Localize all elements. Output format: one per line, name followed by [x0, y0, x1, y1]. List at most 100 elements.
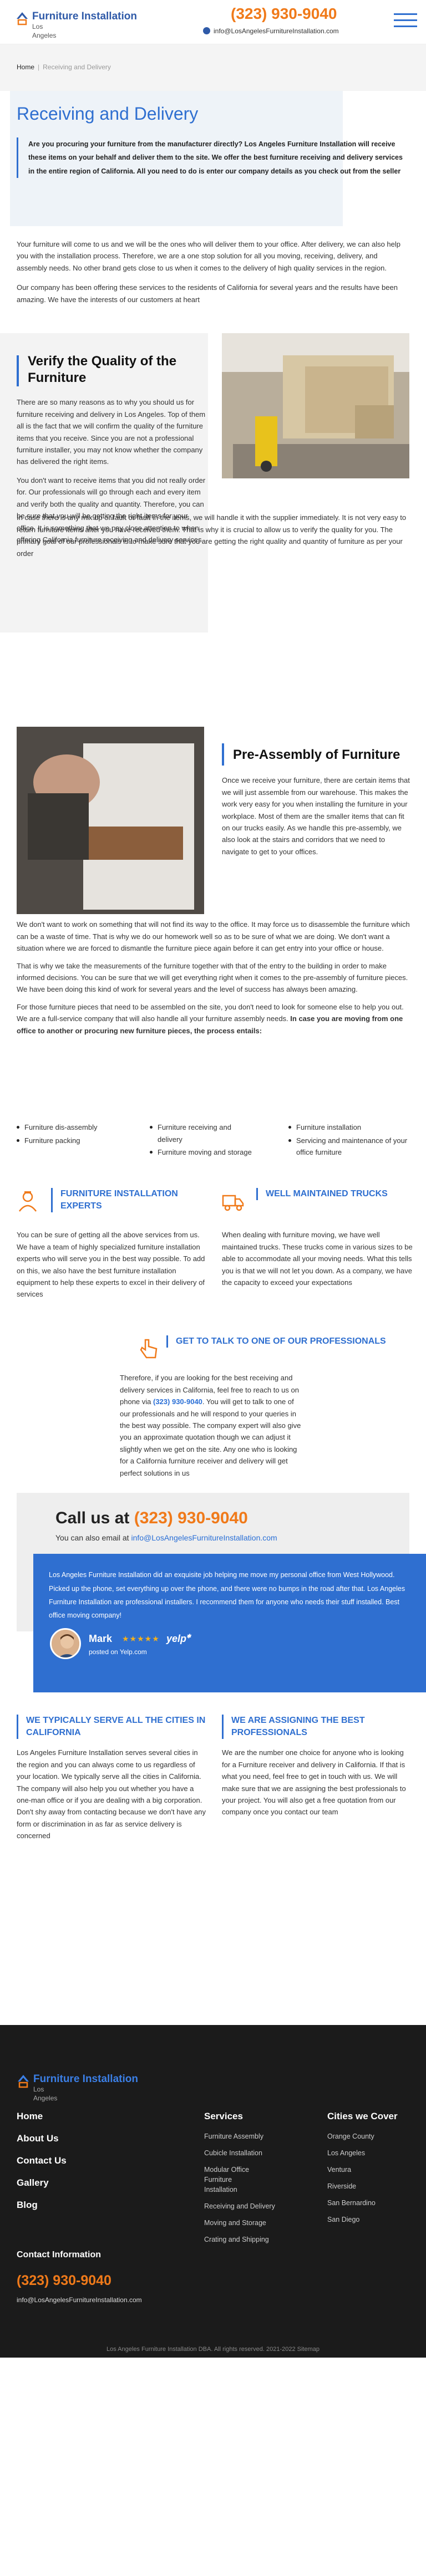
menu-icon-line: [394, 25, 417, 27]
footer-nav-home[interactable]: Home: [17, 2110, 67, 2123]
truck-icon: [222, 1195, 244, 1211]
avatar-image: [52, 1630, 79, 1658]
breadcrumb-home-link[interactable]: Home: [17, 63, 34, 71]
process-list: Furniture installation Servicing and mai…: [288, 1121, 410, 1159]
warehouse-illustration: [222, 333, 409, 479]
email-label: You can also email at: [55, 1533, 131, 1543]
logo-icon: [18, 2075, 29, 2088]
hero-lead: Are you procuring your furniture from th…: [17, 137, 416, 178]
preassembly-paragraph: We don't want to work on something that …: [17, 920, 410, 953]
list-item: Furniture dis-assembly: [17, 1121, 139, 1133]
menu-icon-line: [394, 13, 417, 15]
footer-city-link[interactable]: San Bernardino: [327, 2198, 416, 2208]
talk-title: GET TO TALK TO ONE OF OUR PROFESSIONALS: [166, 1335, 386, 1348]
footer-city-link[interactable]: Los Angeles: [327, 2148, 416, 2158]
talk-text: Therefore, if you are looking for the be…: [120, 1372, 303, 1479]
installer-icon: [19, 1191, 37, 1212]
testimonial-text: Los Angeles Furniture Installation did a…: [49, 1571, 405, 1620]
footer-service-link[interactable]: Cubicle Installation: [204, 2148, 315, 2158]
logo-subtitle: Los Angeles: [32, 23, 57, 39]
call-heading: Call us at (323) 930-9040: [55, 1508, 248, 1528]
call-box: Call us at (323) 930-9040 You can also e…: [17, 1493, 426, 1693]
footer-city-link[interactable]: Riverside: [327, 2181, 416, 2191]
preassembly-text: We don't want to work on something that …: [17, 919, 410, 1042]
footer-services: Services Furniture Assembly Cubicle Inst…: [204, 2110, 315, 2251]
serve-cities-column: WE TYPICALLY SERVE ALL THE CITIES IN CAL…: [17, 1715, 208, 1842]
call-label: Call us at: [55, 1509, 134, 1528]
logo-icon: [17, 12, 28, 25]
footer-logo-subtitle: Los Angeles: [33, 2085, 58, 2103]
feature-title: FURNITURE INSTALLATION EXPERTS: [51, 1188, 208, 1213]
footer-nav-about[interactable]: About Us: [17, 2133, 67, 2145]
serve-title: WE TYPICALLY SERVE ALL THE CITIES IN CAL…: [17, 1715, 208, 1740]
header-email[interactable]: info@LosAngelesFurnitureInstallation.com: [203, 27, 339, 35]
preassembly-title: Pre-Assembly of Furniture: [233, 747, 400, 763]
assembly-photo: [17, 727, 204, 915]
verify-title: Verify the Quality of the Furniture: [28, 354, 177, 386]
site-header: Furniture Installation Los Angeles (323)…: [0, 0, 426, 44]
footer-nav-blog[interactable]: Blog: [17, 2199, 67, 2211]
talk-text-after: . You will get to talk to one of our pro…: [120, 1397, 301, 1477]
footer-nav: Home About Us Contact Us Gallery Blog: [17, 2110, 67, 2221]
footer-service-link[interactable]: Crating and Shipping: [204, 2235, 315, 2245]
professionals-column: WE ARE ASSIGNING THE BEST PROFESSIONALS …: [222, 1715, 413, 1818]
preassembly-section: Pre-Assembly of Furniture Once we receiv…: [0, 727, 426, 1126]
footer-contact: Contact Information (323) 930-9040 info@…: [17, 2248, 142, 2305]
call-email-line: You can also email at info@LosAngelesFur…: [55, 1532, 277, 1544]
yelp-logo: yelp✱: [166, 1629, 191, 1649]
list-item: Furniture receiving and delivery: [150, 1121, 255, 1145]
footer-city-link[interactable]: Orange County: [327, 2131, 416, 2141]
avatar: [50, 1628, 81, 1660]
verify-section: Verify the Quality of the Furniture Ther…: [0, 333, 426, 710]
features-section: FURNITURE INSTALLATION EXPERTS You can b…: [0, 1188, 426, 1332]
footer-city-link[interactable]: Ventura: [327, 2165, 416, 2175]
talk-section: GET TO TALK TO ONE OF OUR PROFESSIONALS …: [0, 1332, 426, 1493]
footer-cities-title: Cities we Cover: [327, 2111, 398, 2122]
feature-title: WELL MAINTAINED TRUCKS: [256, 1188, 388, 1201]
serve-section: WE TYPICALLY SERVE ALL THE CITIES IN CAL…: [0, 1715, 426, 2025]
copyright: Los Angeles Furniture Installation DBA. …: [106, 2346, 320, 2353]
heading-accent-bar: [17, 355, 19, 387]
warehouse-photo: [222, 333, 409, 479]
review-source: posted on Yelp.com: [89, 1648, 147, 1656]
footer-logo-title: Furniture Installation: [33, 2073, 138, 2085]
call-phone-link[interactable]: (323) 930-9040: [134, 1509, 248, 1527]
page-title: Receiving and Delivery: [17, 104, 199, 124]
intro-paragraph: Our company has been offering these serv…: [17, 283, 398, 304]
professionals-title: WE ARE ASSIGNING THE BEST PROFESSIONALS: [222, 1715, 413, 1740]
footer-service-link[interactable]: Furniture Assembly: [204, 2131, 315, 2141]
footer-service-link[interactable]: Moving and Storage: [204, 2218, 315, 2228]
footer-city-link[interactable]: San Diego: [327, 2215, 416, 2225]
footer-nav-gallery[interactable]: Gallery: [17, 2177, 67, 2189]
logo-title: Furniture Installation: [32, 11, 137, 22]
yelp-burst-icon: ✱: [186, 1634, 191, 1640]
heading-accent-bar: [222, 743, 224, 766]
site-footer: Furniture Installation Los Angeles Home …: [0, 2025, 426, 2358]
serve-text: Los Angeles Furniture Installation serve…: [17, 1748, 206, 1840]
intro-section: Your furniture will come to us and we wi…: [0, 226, 426, 305]
verify-paragraph: There are so many reasons as to why you …: [17, 398, 206, 466]
footer-service-link[interactable]: Receiving and Delivery: [204, 2201, 315, 2211]
breadcrumb-current: Receiving and Delivery: [43, 63, 111, 71]
menu-toggle-button[interactable]: [394, 13, 417, 29]
yelp-text: yelp: [166, 1633, 187, 1645]
call-email-link[interactable]: info@LosAngelesFurnitureInstallation.com: [131, 1533, 277, 1542]
footer-service-link[interactable]: Modular Office Furniture Installation: [204, 2165, 265, 2195]
testimonial-card: Los Angeles Furniture Installation did a…: [33, 1554, 426, 1693]
professionals-text: We are the number one choice for anyone …: [222, 1748, 406, 1817]
list-item: Servicing and maintenance of your office…: [288, 1135, 410, 1159]
rating-stars: ★★★★★: [122, 1634, 160, 1644]
footer-email[interactable]: info@LosAngelesFurnitureInstallation.com: [17, 2295, 142, 2306]
process-lists: Furniture dis-assembly Furniture packing…: [0, 1121, 426, 1188]
footer-phone[interactable]: (323) 930-9040: [17, 2272, 142, 2289]
list-item: Furniture packing: [17, 1135, 139, 1146]
footer-nav-contact[interactable]: Contact Us: [17, 2155, 67, 2167]
header-phone[interactable]: (323) 930-9040: [231, 4, 337, 23]
list-item: Furniture installation: [288, 1121, 410, 1133]
talk-phone-link[interactable]: (323) 930-9040: [153, 1397, 202, 1406]
preassembly-paragraph: Once we receive your furniture, there ar…: [222, 776, 410, 856]
verify-paragraph: In case there is any mix up or fault or …: [17, 513, 407, 558]
header-email-text: info@LosAngelesFurnitureInstallation.com: [214, 27, 339, 35]
preassembly-paragraph: For those furniture pieces that need to …: [17, 1001, 410, 1037]
feature-text: You can be sure of getting all the above…: [17, 1231, 205, 1299]
